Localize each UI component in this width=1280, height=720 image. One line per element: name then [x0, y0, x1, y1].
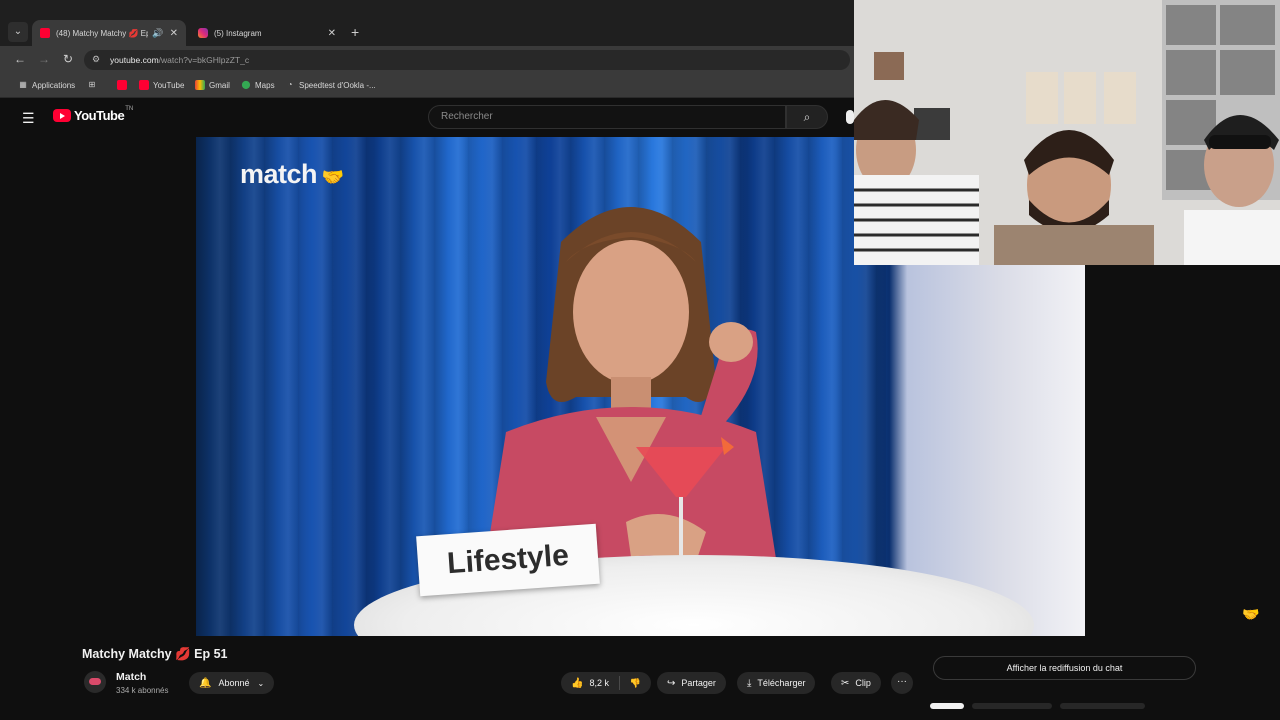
close-tab-icon[interactable]: ✕: [170, 28, 178, 39]
speaker-icon[interactable]: 🔊: [152, 28, 163, 39]
search-icon: ⌕: [803, 110, 811, 124]
subscribe-label: Abonné: [218, 678, 250, 688]
youtube-logo[interactable]: YouTube TN: [53, 105, 134, 123]
channel-avatar[interactable]: [84, 671, 106, 693]
video-info: Matchy Matchy 💋 Ep 51 Match 334 k abonné…: [0, 637, 1280, 720]
bookmark-label: Gmail: [209, 80, 230, 90]
like-button[interactable]: 👍 8,2 k: [561, 672, 619, 694]
bookmark-folder[interactable]: ⊞: [87, 80, 101, 90]
subscribed-button[interactable]: 🔔 Abonné ⌄: [189, 672, 275, 694]
youtube-favicon-icon: [139, 80, 149, 90]
more-actions-button[interactable]: ···: [891, 672, 913, 694]
thumbs-up-icon: 👍: [571, 677, 584, 689]
browser-tab-strip: ⌄ (48) Matchy Matchy 💋 Ep 🔊 ✕ (5) Instag…: [0, 0, 854, 46]
menu-icon[interactable]: ☰: [22, 110, 35, 127]
chevron-down-icon: ⌄: [257, 678, 265, 688]
close-tab-icon[interactable]: ✕: [328, 28, 336, 39]
microphone-icon[interactable]: [846, 110, 854, 124]
back-arrow-icon[interactable]: ←: [12, 52, 28, 66]
grid-icon: ⊞: [88, 80, 96, 89]
tab-search-dropdown-icon[interactable]: ⌄: [8, 22, 28, 42]
match-brand-watermark: match 🤝: [240, 159, 344, 189]
recommendation-chips: [930, 703, 1145, 709]
like-dislike-group: 👍 8,2 k 👎: [561, 672, 651, 694]
show-chat-replay-button[interactable]: Afficher la rediffusion du chat: [933, 656, 1196, 680]
match-handshake-icon: 🤝: [1242, 606, 1260, 622]
download-label: Télécharger: [757, 678, 806, 688]
thumbs-down-icon: 👎: [629, 677, 641, 688]
speedtest-icon: ◔: [287, 80, 293, 89]
youtube-favicon-icon: [117, 80, 127, 90]
clip-label: Clip: [855, 678, 871, 688]
youtube-wordmark: YouTube: [74, 108, 125, 123]
share-button[interactable]: ↪ Partager: [657, 672, 726, 694]
omnibox[interactable]: ⚙ youtube.com/watch?v=bkGHlpzZT_c: [84, 50, 850, 70]
share-label: Partager: [681, 678, 716, 688]
youtube-favicon-icon: [40, 28, 50, 38]
channel-name[interactable]: Match: [116, 671, 146, 683]
download-button[interactable]: ⤓ Télécharger: [737, 672, 816, 694]
video-title: Matchy Matchy 💋 Ep 51: [82, 647, 228, 661]
share-arrow-icon: ↪: [667, 677, 676, 689]
bookmark-applications[interactable]: ▦ Applications: [18, 80, 75, 90]
placard-text: Lifestyle: [446, 538, 570, 581]
download-icon: ⤓: [747, 677, 752, 689]
webcam-scene: [854, 0, 1280, 265]
apps-grid-icon: ▦: [19, 80, 27, 89]
search-box[interactable]: [428, 105, 786, 129]
search-input[interactable]: [429, 106, 785, 127]
side-panel-empty: [1085, 265, 1280, 637]
maps-pin-icon: ⬤: [241, 80, 251, 89]
reload-icon[interactable]: ↻: [60, 52, 76, 66]
chip[interactable]: [930, 703, 964, 709]
screen: ⌄ (48) Matchy Matchy 💋 Ep 🔊 ✕ (5) Instag…: [0, 0, 1280, 720]
tab-youtube[interactable]: (48) Matchy Matchy 💋 Ep 🔊 ✕: [32, 20, 186, 46]
bookmark-label: Maps: [255, 80, 275, 90]
tab-title: (5) Instagram: [214, 28, 262, 38]
tab-instagram[interactable]: (5) Instagram ✕: [190, 20, 344, 46]
address-toolbar: ← → ↻ ⚙ youtube.com/watch?v=bkGHlpzZT_c: [0, 46, 854, 74]
gmail-icon: [195, 80, 205, 90]
country-code: TN: [125, 105, 134, 112]
bell-icon: 🔔: [199, 677, 212, 689]
tab-title: (48) Matchy Matchy 💋 Ep: [56, 28, 149, 38]
url-text[interactable]: youtube.com/watch?v=bkGHlpzZT_c: [110, 55, 249, 65]
forward-arrow-icon[interactable]: →: [36, 52, 52, 66]
bookmark-label: Applications: [32, 80, 76, 90]
subscriber-count: 334 k abonnés: [116, 686, 169, 695]
bookmark-label: Speedtest d'Ookla -...: [299, 80, 376, 90]
search-button[interactable]: ⌕: [786, 105, 828, 129]
chip[interactable]: [972, 703, 1052, 709]
clip-button[interactable]: ✂ Clip: [831, 672, 881, 694]
instagram-favicon-icon: [198, 28, 208, 38]
dislike-button[interactable]: 👎: [620, 672, 651, 694]
bookmark-maps[interactable]: ⬤ Maps: [241, 80, 275, 90]
bookmarks-bar: ▦ Applications ⊞ YouTube Gmail ⬤ Maps ◔ …: [0, 74, 854, 98]
like-count: 8,2 k: [589, 678, 609, 688]
bookmark-youtube[interactable]: YouTube: [139, 80, 184, 90]
new-tab-icon[interactable]: +: [351, 24, 359, 40]
scissors-icon: ✂: [841, 677, 850, 689]
bookmark-gmail[interactable]: Gmail: [195, 80, 230, 90]
bookmark-label: YouTube: [153, 80, 185, 90]
chip[interactable]: [1060, 703, 1145, 709]
bookmark-youtube-icon-only[interactable]: [117, 80, 131, 90]
site-info-icon[interactable]: ⚙: [92, 54, 100, 65]
youtube-masthead: ☰ YouTube TN ⌕: [0, 98, 854, 136]
lips-icon: 💋: [175, 647, 191, 661]
bookmark-speedtest[interactable]: ◔ Speedtest d'Ookla -...: [285, 80, 376, 90]
webcam-overlay: [854, 0, 1280, 265]
youtube-play-icon: [53, 109, 71, 122]
topic-placard: Lifestyle: [416, 523, 600, 597]
